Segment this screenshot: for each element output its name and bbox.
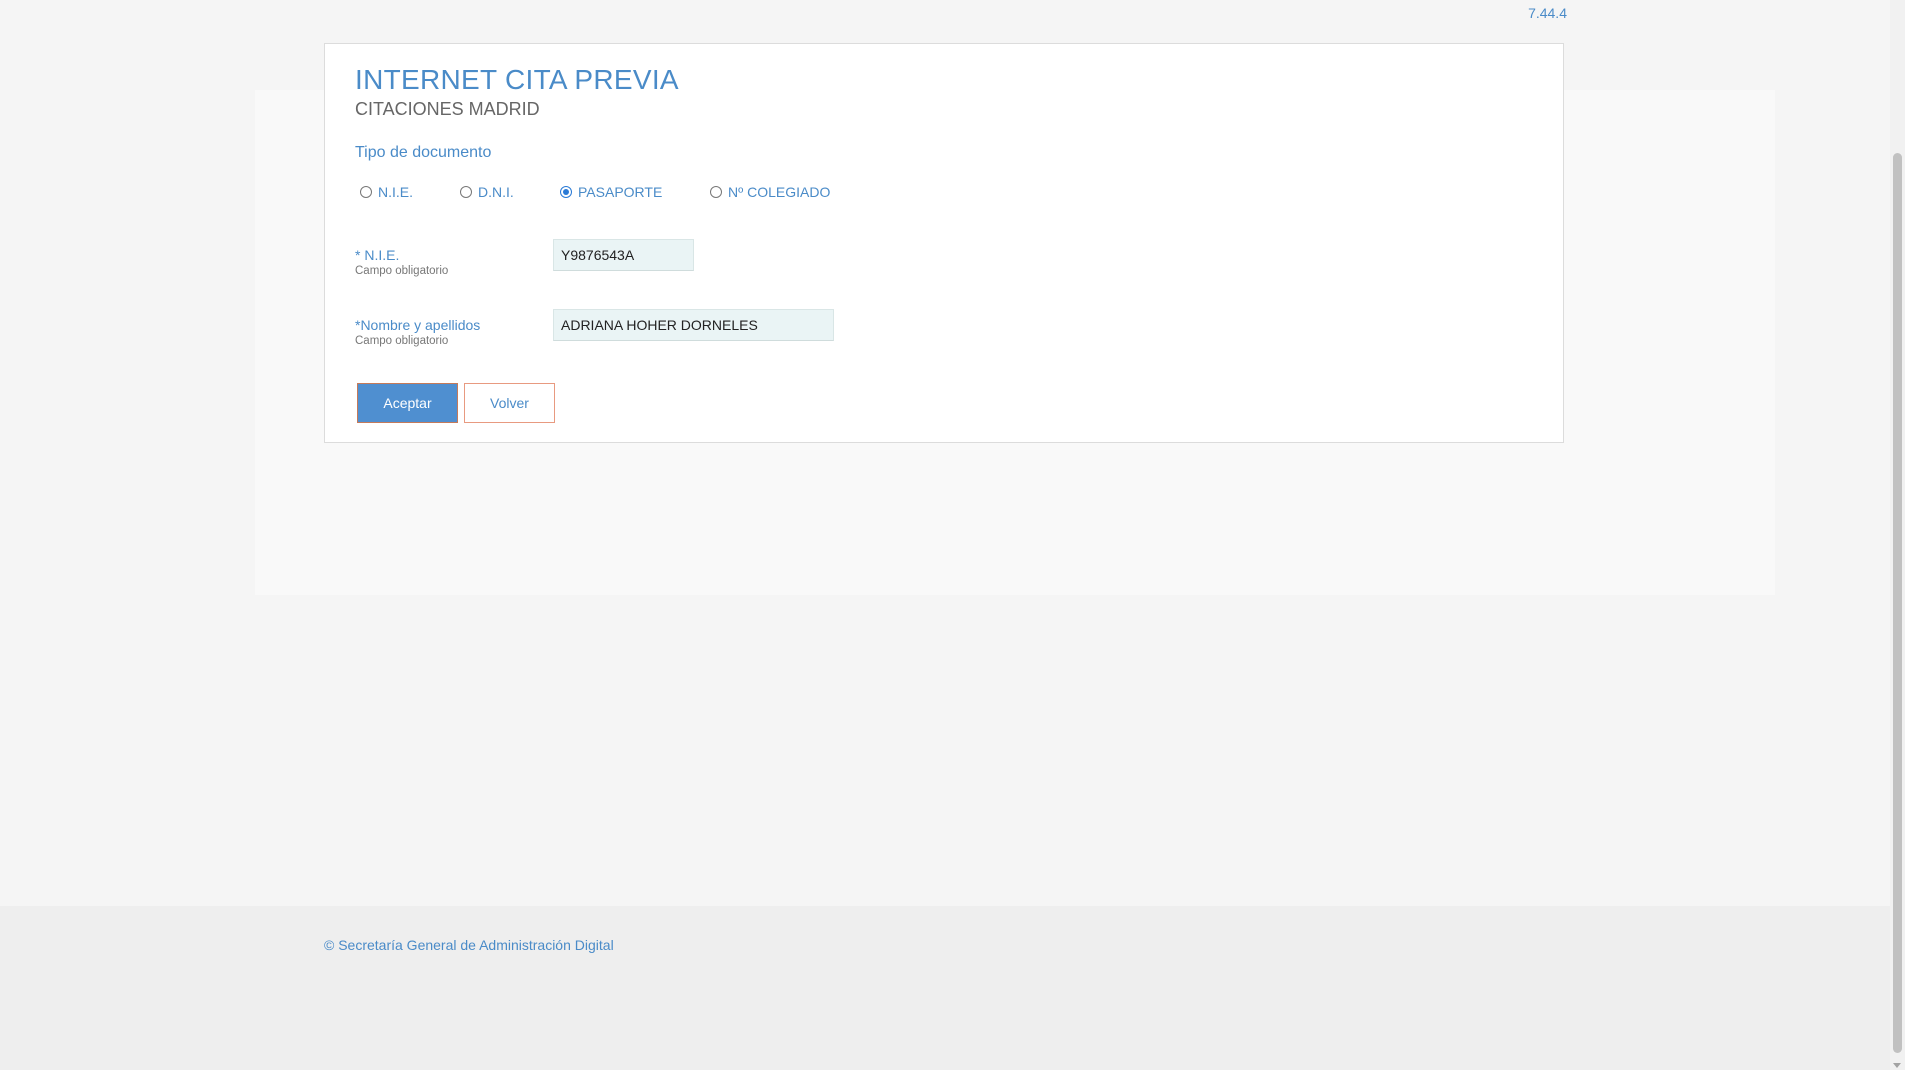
radio-dni-circle[interactable]: [460, 186, 472, 198]
document-number-input[interactable]: [553, 239, 694, 271]
footer-copyright: © Secretaría General de Administración D…: [324, 937, 614, 953]
full-name-hint: Campo obligatorio: [355, 335, 449, 347]
footer: © Secretaría General de Administración D…: [0, 906, 1890, 1070]
radio-colegiado-label[interactable]: Nº COLEGIADO: [728, 184, 830, 200]
version-label: 7.44.4: [1528, 5, 1567, 21]
radio-pasaporte[interactable]: PASAPORTE: [560, 184, 662, 200]
radio-pasaporte-circle[interactable]: [560, 186, 572, 198]
radio-colegiado[interactable]: Nº COLEGIADO: [710, 184, 830, 200]
accept-button[interactable]: Aceptar: [357, 383, 458, 423]
page-title: INTERNET CITA PREVIA: [355, 64, 679, 95]
scroll-down-arrow-icon[interactable]: [1893, 1063, 1901, 1068]
document-number-label: * N.I.E.: [355, 247, 400, 263]
appointment-form-card: INTERNET CITA PREVIA CITACIONES MADRID T…: [324, 43, 1564, 443]
back-button[interactable]: Volver: [464, 383, 555, 423]
document-type-label: Tipo de documento: [355, 144, 492, 161]
radio-nie[interactable]: N.I.E.: [360, 184, 413, 200]
full-name-label: *Nombre y apellidos: [355, 317, 481, 333]
full-name-input[interactable]: [553, 309, 834, 341]
radio-dni[interactable]: D.N.I.: [460, 184, 514, 200]
document-number-hint: Campo obligatorio: [355, 265, 449, 277]
page-scrollbar[interactable]: [1890, 0, 1905, 1070]
radio-colegiado-circle[interactable]: [710, 186, 722, 198]
radio-pasaporte-label[interactable]: PASAPORTE: [578, 184, 662, 200]
page-subtitle: CITACIONES MADRID: [355, 99, 540, 119]
scrollbar-thumb[interactable]: [1893, 153, 1902, 1053]
radio-nie-circle[interactable]: [360, 186, 372, 198]
page: 7.44.4 INTERNET CITA PREVIA CITACIONES M…: [0, 0, 1905, 1070]
radio-nie-label[interactable]: N.I.E.: [378, 184, 413, 200]
radio-dni-label[interactable]: D.N.I.: [478, 184, 514, 200]
